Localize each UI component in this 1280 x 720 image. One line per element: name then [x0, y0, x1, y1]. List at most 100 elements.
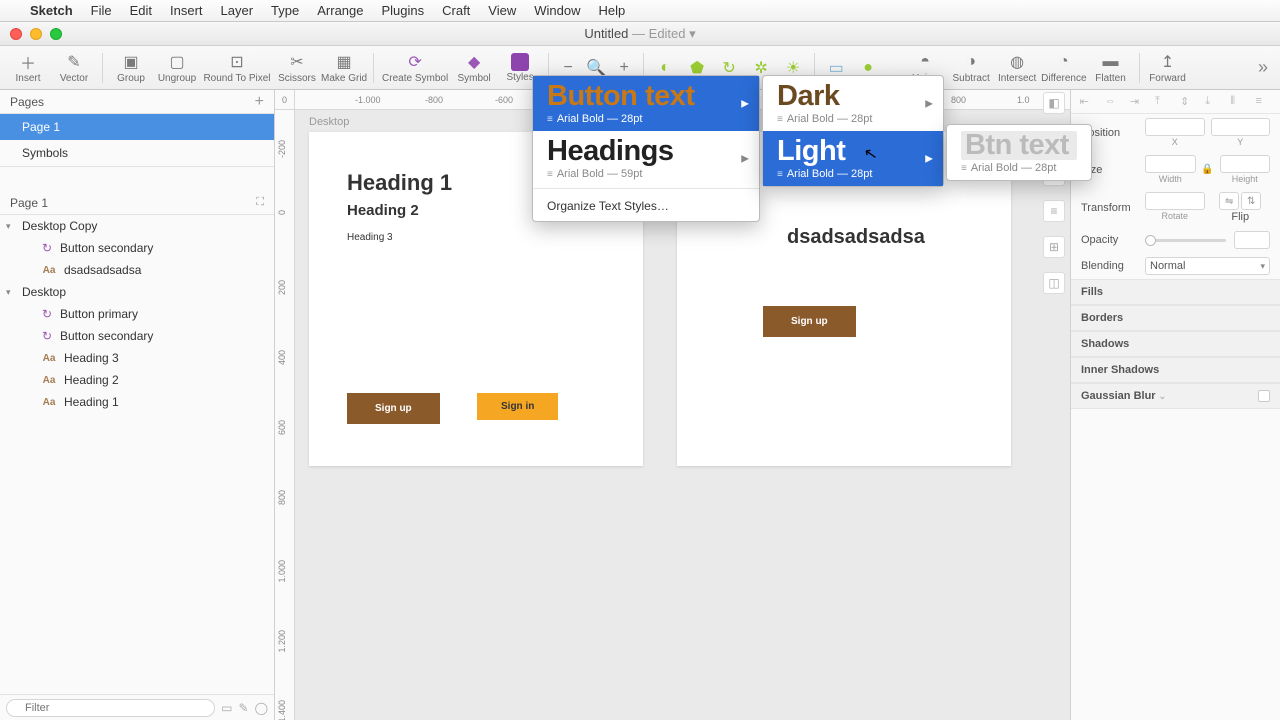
blending-select[interactable]: Normal▾ [1145, 257, 1270, 275]
distribute-h-icon[interactable]: ⫴ [1230, 95, 1246, 109]
menu-type[interactable]: Type [271, 3, 299, 18]
close-window[interactable] [10, 28, 22, 40]
window-titlebar: Untitled — Edited ▾ [0, 22, 1280, 46]
layer-heading2[interactable]: AaHeading 2 [0, 369, 274, 391]
mode-icon-4[interactable]: ≡ [1043, 200, 1065, 222]
variant-light[interactable]: Light ≡Arial Bold — 28pt ▶ [763, 131, 943, 186]
lock-aspect-icon[interactable]: 🔒 [1202, 155, 1214, 184]
text-styles-dropdown: Button text ≡Arial Bold — 28pt ▶ Heading… [532, 75, 760, 222]
layer-heading1[interactable]: AaHeading 1 [0, 391, 274, 413]
tb-flatten[interactable]: ▬Flatten [1089, 52, 1133, 84]
tb-intersect[interactable]: ◍Intersect [995, 52, 1039, 84]
text-dsad: dsadsadsadsa [787, 226, 925, 249]
filter-bar: ▭ ✎ ◯ [0, 694, 274, 720]
align-top-icon[interactable]: ⤒ [1155, 95, 1171, 109]
tb-ungroup[interactable]: ▢Ungroup [155, 52, 199, 84]
menu-help[interactable]: Help [599, 3, 626, 18]
tb-round-to-pixel[interactable]: ⊡Round To Pixel [201, 52, 273, 84]
tb-symbol[interactable]: ◆Symbol [452, 52, 496, 84]
zoom-window[interactable] [50, 28, 62, 40]
fills-section[interactable]: Fills [1071, 279, 1280, 305]
align-center-h-icon[interactable]: ⇔ [1105, 95, 1121, 109]
style-button-text[interactable]: Button text ≡Arial Bold — 28pt ▶ [533, 76, 759, 131]
minimize-window[interactable] [30, 28, 42, 40]
page-row-page1[interactable]: Page 1 [0, 114, 274, 140]
filter-icon-2[interactable]: ✎ [239, 701, 249, 715]
flip-v-button[interactable]: ⇅ [1241, 192, 1261, 210]
button-primary-signup-2: Sign up [763, 306, 856, 337]
layer-heading3[interactable]: AaHeading 3 [0, 347, 274, 369]
menu-file[interactable]: File [91, 3, 112, 18]
tb-create-symbol[interactable]: ⟳Create Symbol [380, 52, 450, 84]
opacity-input[interactable] [1234, 231, 1270, 249]
transform-label: Transform [1081, 202, 1137, 214]
button-primary-signup: Sign up [347, 393, 440, 424]
mode-icon-5[interactable]: ⊞ [1043, 236, 1065, 258]
ruler-vertical: -200 0 200 400 600 800 1.000 1.200 1.400 [275, 110, 295, 720]
width-input[interactable] [1145, 155, 1196, 173]
menu-window[interactable]: Window [534, 3, 580, 18]
heading-3-text: Heading 3 [347, 232, 393, 243]
menu-edit[interactable]: Edit [130, 3, 152, 18]
rotate-input[interactable] [1145, 192, 1205, 210]
flip-h-button[interactable]: ⇋ [1219, 192, 1239, 210]
add-page-icon[interactable]: + [255, 93, 264, 111]
menu-insert[interactable]: Insert [170, 3, 203, 18]
mode-icon-1[interactable]: ◧ [1043, 92, 1065, 114]
layer-button-secondary-2[interactable]: ↻Button secondary [0, 325, 274, 347]
align-center-v-icon[interactable]: ⇕ [1180, 95, 1196, 109]
distribute-v-icon[interactable]: ≡ [1255, 95, 1271, 109]
tb-scissors[interactable]: ✂Scissors [275, 52, 319, 84]
align-controls: ⇤ ⇔ ⇥ ⤒ ⇕ ⤓ ⫴ ≡ [1071, 90, 1280, 114]
artboard-label-1[interactable]: Desktop [309, 116, 349, 128]
menu-plugins[interactable]: Plugins [381, 3, 424, 18]
gaussian-checkbox[interactable] [1258, 390, 1270, 402]
tb-vector[interactable]: ✎Vector [52, 52, 96, 84]
tb-forward[interactable]: ↥Forward [1146, 52, 1190, 84]
mode-icon-6[interactable]: ◫ [1043, 272, 1065, 294]
expand-icon[interactable]: ⛶ [256, 196, 264, 209]
pages-header: Pages + [0, 90, 274, 114]
opacity-slider[interactable] [1145, 239, 1226, 242]
gaussian-blur-section[interactable]: Gaussian Blur ⌄ [1071, 383, 1280, 409]
align-left-icon[interactable]: ⇤ [1080, 95, 1096, 109]
style-headings[interactable]: Headings ≡Arial Bold — 59pt ▶ [533, 131, 759, 186]
organize-text-styles[interactable]: Organize Text Styles… [533, 191, 759, 221]
filter-icon-1[interactable]: ▭ [221, 701, 232, 715]
layer-group-desktop-copy[interactable]: ▾Desktop Copy [0, 215, 274, 237]
inspector-panel: ⇤ ⇔ ⇥ ⤒ ⇕ ⤓ ⫴ ≡ Position X Y Size Width … [1070, 90, 1280, 720]
menu-layer[interactable]: Layer [221, 3, 254, 18]
menu-craft[interactable]: Craft [442, 3, 470, 18]
borders-section[interactable]: Borders [1071, 305, 1280, 331]
chevron-right-icon: ▶ [741, 153, 749, 164]
height-input[interactable] [1220, 155, 1271, 173]
shadows-section[interactable]: Shadows [1071, 331, 1280, 357]
app-name[interactable]: Sketch [30, 3, 73, 18]
layer-group-desktop[interactable]: ▾Desktop [0, 281, 274, 303]
align-bottom-icon[interactable]: ⤓ [1205, 95, 1221, 109]
filter-input[interactable] [6, 699, 215, 717]
button-secondary-signin: Sign in [477, 393, 558, 420]
chevron-right-icon: ▶ [741, 98, 749, 109]
layer-text-dsad[interactable]: Aadsadsadsadsa [0, 259, 274, 281]
menu-arrange[interactable]: Arrange [317, 3, 363, 18]
toolbar-overflow[interactable]: » [1258, 57, 1274, 78]
inner-shadows-section[interactable]: Inner Shadows [1071, 357, 1280, 383]
tb-insert[interactable]: ＋Insert [6, 52, 50, 84]
tb-group[interactable]: ▣Group [109, 52, 153, 84]
layer-button-primary[interactable]: ↻Button primary [0, 303, 274, 325]
preview-btn-text[interactable]: Btn text ≡Arial Bold — 28pt [947, 125, 1091, 180]
align-right-icon[interactable]: ⇥ [1130, 95, 1146, 109]
tb-difference[interactable]: ◔Difference [1041, 52, 1086, 84]
menu-view[interactable]: View [488, 3, 516, 18]
page-row-symbols[interactable]: Symbols [0, 140, 274, 166]
blending-label: Blending [1081, 260, 1137, 272]
tb-subtract[interactable]: ◑Subtract [949, 52, 993, 84]
filter-icon-3[interactable]: ◯ [255, 701, 268, 715]
x-input[interactable] [1145, 118, 1205, 136]
variant-dark[interactable]: Dark ≡Arial Bold — 28pt ▶ [763, 76, 943, 131]
chevron-right-icon: ▶ [925, 153, 933, 164]
tb-make-grid[interactable]: ▦Make Grid [321, 52, 367, 84]
y-input[interactable] [1211, 118, 1271, 136]
layer-button-secondary-1[interactable]: ↻Button secondary [0, 237, 274, 259]
